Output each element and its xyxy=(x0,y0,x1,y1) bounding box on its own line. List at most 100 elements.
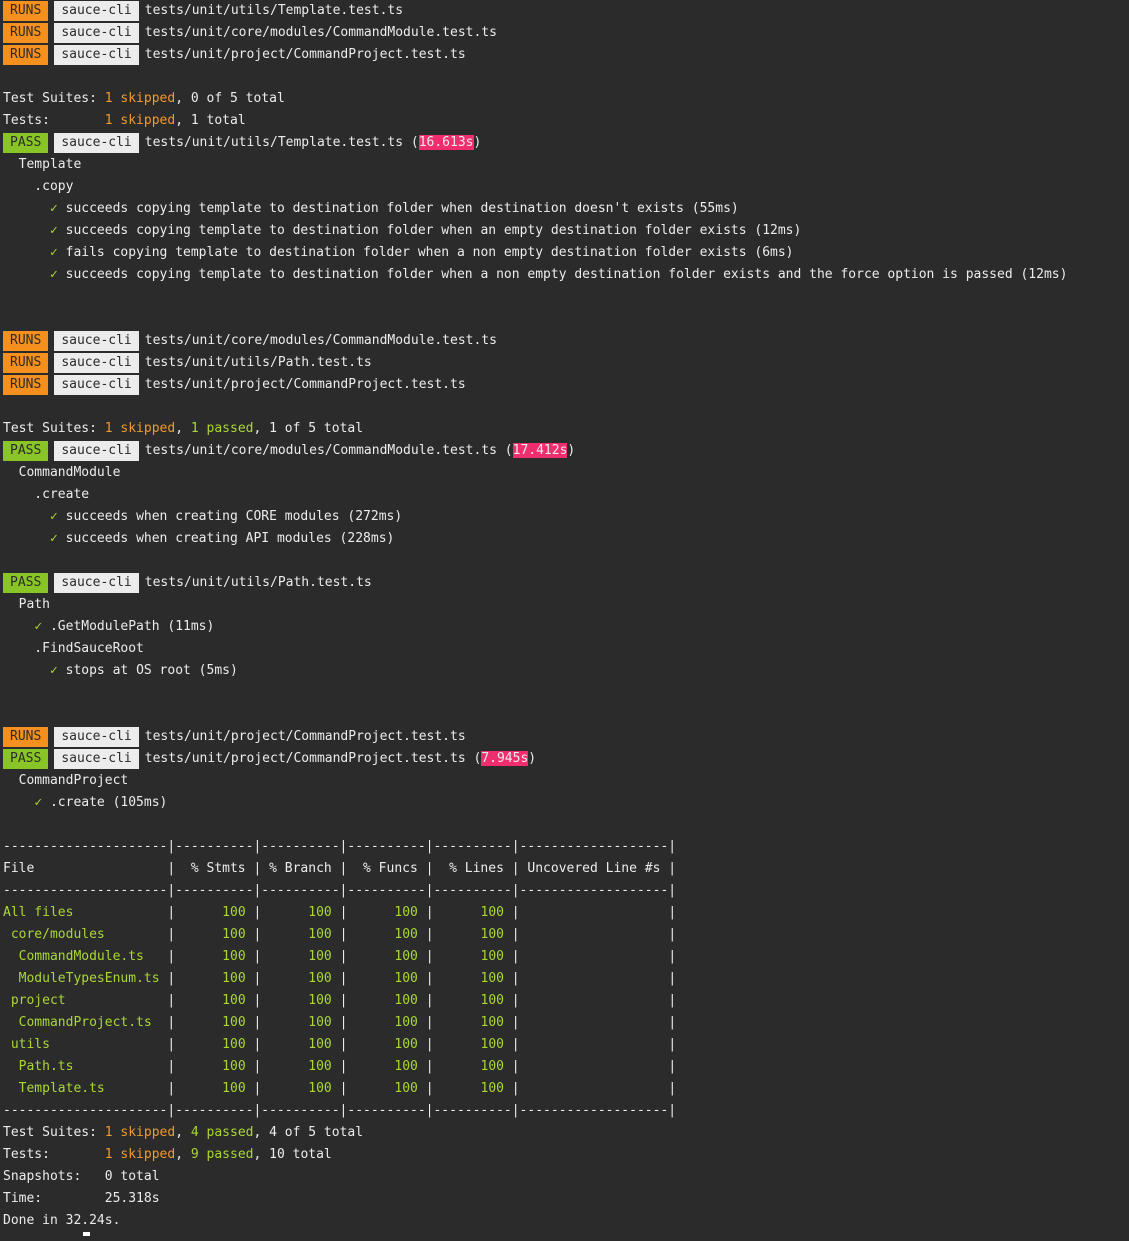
check-icon: ✓ xyxy=(34,619,43,634)
total-count: 4 of 5 total xyxy=(269,1125,364,1140)
lines-value: 100 xyxy=(480,971,504,986)
status-badge: PASS xyxy=(3,440,49,461)
funcs-value: 100 xyxy=(394,993,418,1008)
slow-duration: 7.945s xyxy=(481,751,529,766)
total-count: 1 of 5 total xyxy=(269,421,364,436)
project-badge: sauce-cli xyxy=(54,572,139,593)
test-status-line: RUNS sauce-cli tests/unit/project/CommandP… xyxy=(3,44,1129,66)
test-status-line: PASS sauce-cli tests/unit/core/modules/Com… xyxy=(3,440,1129,462)
coverage-file: CommandModule.ts xyxy=(18,949,144,964)
branch-value: 100 xyxy=(308,927,332,942)
coverage-separator: ---------------------|----------|-------… xyxy=(3,880,1129,902)
total-count: 0 of 5 total xyxy=(190,91,285,106)
summary-label: Test Suites: xyxy=(3,91,105,106)
project-badge: sauce-cli xyxy=(54,748,139,769)
coverage-file: ModuleTypesEnum.ts xyxy=(18,971,160,986)
stmts-value: 100 xyxy=(222,971,246,986)
test-name: succeeds copying template to destination… xyxy=(65,201,739,216)
funcs-value: 100 xyxy=(394,949,418,964)
status-badge: PASS xyxy=(3,132,49,153)
project-badge: sauce-cli xyxy=(54,352,139,373)
coverage-row: core/modules | 100 | 100 | 100 | 100 | | xyxy=(10,927,677,942)
test-result-line: ✓ .create (105ms) xyxy=(3,792,1129,814)
test-result-line: ✓ succeeds when creating API modules (22… xyxy=(3,528,1129,550)
summary-line: Test Suites: 1 skipped, 4 passed, 4 of 5… xyxy=(3,1125,364,1140)
lines-value: 100 xyxy=(480,949,504,964)
test-file-path: tests/unit/project/CommandProject.test.t… xyxy=(144,47,466,62)
stmts-value: 100 xyxy=(222,1059,246,1074)
status-badge: RUNS xyxy=(3,352,49,373)
status-badge: PASS xyxy=(3,572,49,593)
coverage-file: project xyxy=(10,993,66,1008)
lines-value: 100 xyxy=(480,1059,504,1074)
funcs-value: 100 xyxy=(394,927,418,942)
skipped-count: 1 skipped xyxy=(104,91,176,106)
funcs-value: 100 xyxy=(394,1059,418,1074)
output-text: .create xyxy=(3,487,90,502)
output-text: .FindSauceRoot xyxy=(3,641,144,656)
skipped-count: 1 skipped xyxy=(104,421,176,436)
project-badge: sauce-cli xyxy=(54,132,139,153)
test-result-line: ✓ succeeds copying template to destinati… xyxy=(3,198,1129,220)
total-count: 10 total xyxy=(269,1147,332,1162)
coverage-file: Template.ts xyxy=(18,1081,105,1096)
check-icon: ✓ xyxy=(49,223,58,238)
output-text: Template xyxy=(3,157,82,172)
output-line: CommandModule xyxy=(3,462,1129,484)
funcs-value: 100 xyxy=(394,1037,418,1052)
status-badge: RUNS xyxy=(3,374,49,395)
summary-line: Tests: 1 skipped, 9 passed, 10 total xyxy=(3,1147,332,1162)
test-name: succeeds copying template to destination… xyxy=(65,267,1068,282)
coverage-row: CommandModule.ts | 100 | 100 | 100 | 100… xyxy=(18,949,677,964)
funcs-value: 100 xyxy=(394,971,418,986)
coverage-separator: ---------------------|----------|-------… xyxy=(3,836,1129,858)
branch-value: 100 xyxy=(308,1015,332,1030)
test-result-line: ✓ stops at OS root (5ms) xyxy=(3,660,1129,682)
skipped-count: 1 skipped xyxy=(104,1147,176,1162)
lines-value: 100 xyxy=(480,927,504,942)
project-badge: sauce-cli xyxy=(54,440,139,461)
project-badge: sauce-cli xyxy=(54,44,139,65)
test-name: succeeds copying template to destination… xyxy=(65,223,802,238)
output-line: Time: 25.318s xyxy=(3,1188,1129,1210)
lines-value: 100 xyxy=(480,993,504,1008)
separator-text: ---------------------|----------|-------… xyxy=(3,839,677,854)
test-result-line: ✓ .GetModulePath (11ms) xyxy=(3,616,1129,638)
skipped-count: 1 skipped xyxy=(104,113,176,128)
coverage-separator: ---------------------|----------|-------… xyxy=(3,1100,1129,1122)
test-status-line: PASS sauce-cli tests/unit/project/CommandP… xyxy=(3,748,1129,770)
stmts-value: 100 xyxy=(222,993,246,1008)
coverage-file: CommandProject.ts xyxy=(18,1015,152,1030)
coverage-row: CommandProject.ts | 100 | 100 | 100 | 10… xyxy=(18,1015,677,1030)
branch-value: 100 xyxy=(308,1037,332,1052)
output-line: CommandProject xyxy=(3,770,1129,792)
output-text: .copy xyxy=(3,179,74,194)
coverage-header: File | % Stmts | % Branch | % Funcs | % … xyxy=(3,858,1129,880)
status-badge: RUNS xyxy=(3,44,49,65)
check-icon: ✓ xyxy=(49,267,58,282)
terminal-output: RUNS sauce-cli tests/unit/utils/Template.t… xyxy=(0,0,1129,1236)
check-icon: ✓ xyxy=(49,245,58,260)
coverage-file: Path.ts xyxy=(18,1059,74,1074)
funcs-value: 100 xyxy=(394,905,418,920)
branch-value: 100 xyxy=(308,949,332,964)
test-file-path: tests/unit/project/CommandProject.test.t… xyxy=(144,729,466,744)
output-text: Done in 32.24s. xyxy=(3,1213,121,1228)
status-badge: RUNS xyxy=(3,22,49,43)
output-line: .FindSauceRoot xyxy=(3,638,1129,660)
check-icon: ✓ xyxy=(34,795,43,810)
status-badge: RUNS xyxy=(3,726,49,747)
lines-value: 100 xyxy=(480,1015,504,1030)
output-line: .copy xyxy=(3,176,1129,198)
coverage-row: Path.ts | 100 | 100 | 100 | 100 | | xyxy=(18,1059,677,1074)
coverage-file: All files xyxy=(3,905,74,920)
test-name: .GetModulePath (11ms) xyxy=(49,619,215,634)
coverage-row: ModuleTypesEnum.ts | 100 | 100 | 100 | 1… xyxy=(18,971,677,986)
project-badge: sauce-cli xyxy=(54,0,139,21)
